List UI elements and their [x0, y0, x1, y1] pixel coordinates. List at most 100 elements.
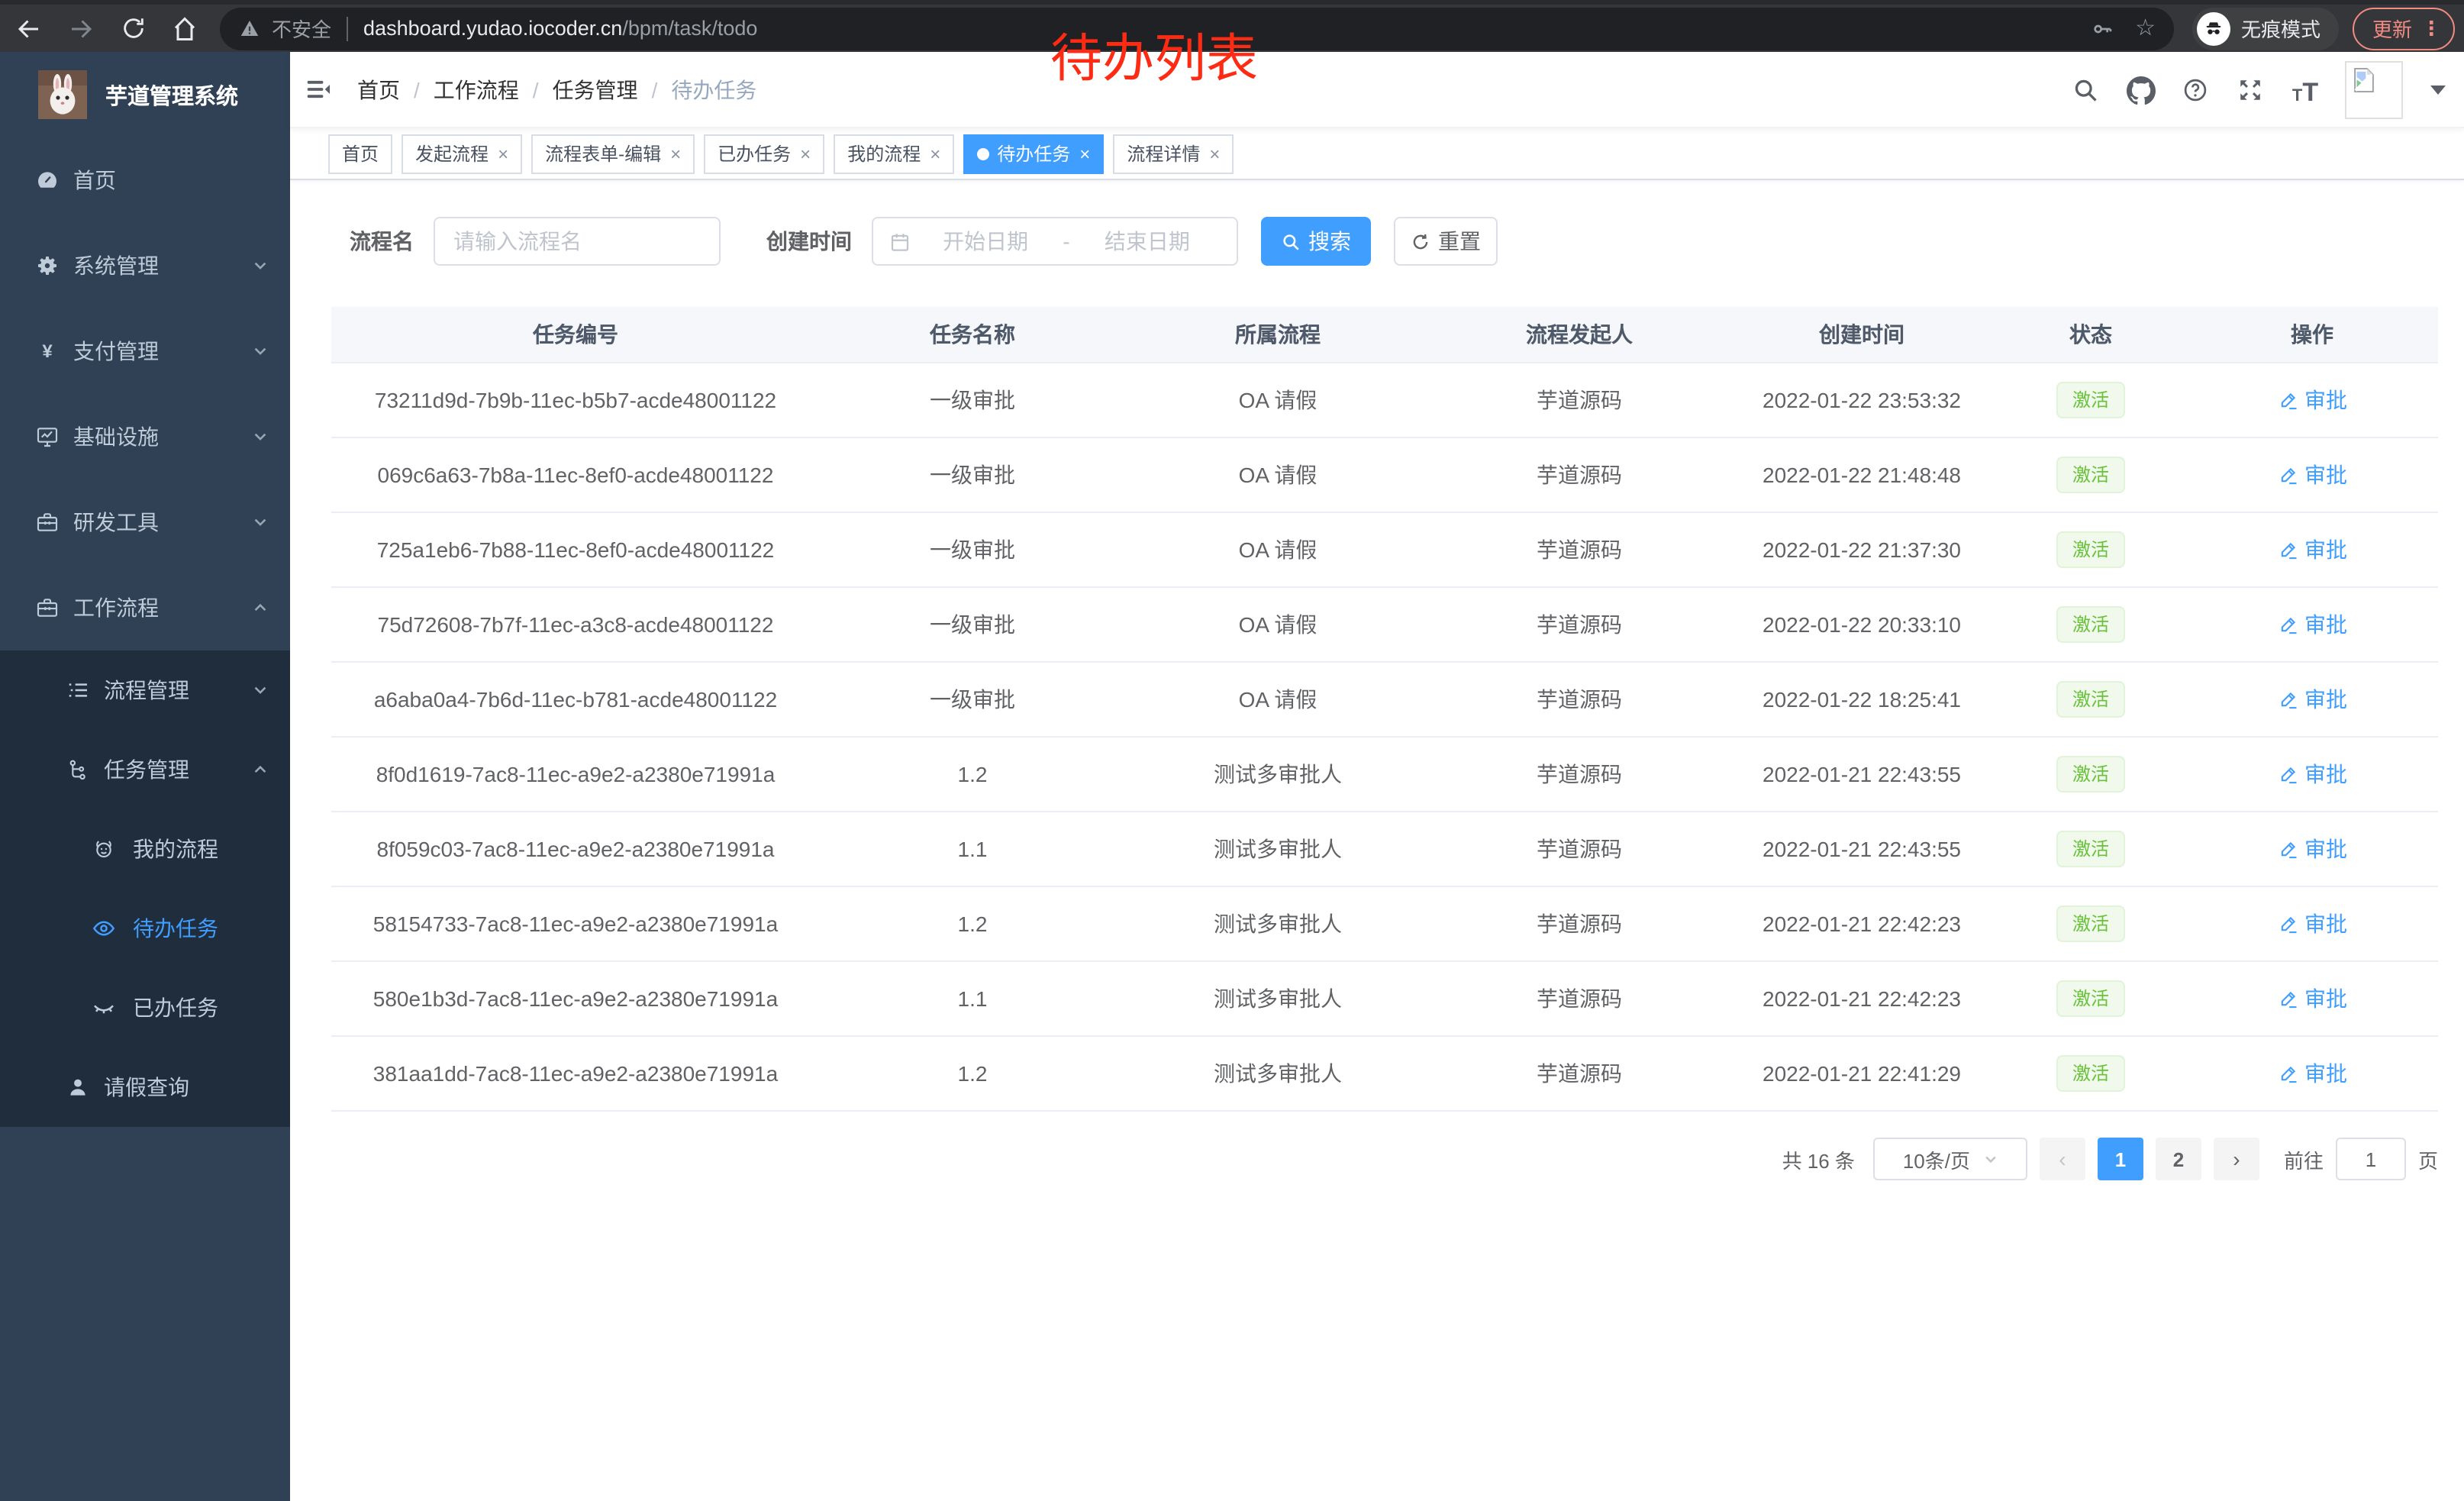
browser-home-icon[interactable]: [169, 13, 200, 44]
help-icon[interactable]: [2180, 75, 2211, 105]
tab-首页[interactable]: 首页: [328, 134, 392, 173]
close-icon[interactable]: ×: [669, 144, 681, 163]
approve-action-link[interactable]: 审批: [2277, 684, 2347, 715]
approve-action-link[interactable]: 审批: [2277, 609, 2347, 640]
start-date-placeholder[interactable]: 开始日期: [911, 226, 1059, 257]
page-size-select[interactable]: 10条/页: [1873, 1138, 2027, 1180]
close-icon[interactable]: ×: [1208, 144, 1220, 163]
sidebar-item-label: 我的流程: [133, 834, 218, 864]
page-button-1[interactable]: 1: [2098, 1138, 2143, 1180]
approve-action-link[interactable]: 审批: [2277, 909, 2347, 939]
goto-label: 前往: [2284, 1144, 2324, 1173]
task-name: 1.2: [820, 1061, 1125, 1086]
hamburger-icon[interactable]: [290, 51, 345, 128]
tab-待办任务[interactable]: 待办任务×: [963, 134, 1104, 173]
create-time: 2022-01-22 18:25:41: [1728, 687, 1995, 712]
divider: [347, 16, 348, 40]
process-starter: 芋道源码: [1430, 534, 1728, 565]
breadcrumb-item[interactable]: 首页: [357, 74, 400, 105]
font-size-icon[interactable]: TT: [2290, 75, 2320, 105]
process-starter: 芋道源码: [1430, 609, 1728, 640]
edit-icon: [2277, 389, 2298, 411]
close-icon[interactable]: ×: [798, 144, 811, 163]
app-logo-row[interactable]: 芋道管理系统: [0, 52, 290, 137]
approve-action-link[interactable]: 审批: [2277, 385, 2347, 415]
url-host[interactable]: dashboard.yudao.iocoder.cn: [363, 17, 622, 40]
header-search-icon[interactable]: [2070, 75, 2101, 105]
url-path[interactable]: /bpm/task/todo: [622, 17, 757, 40]
sidebar-item-工作流程[interactable]: 工作流程: [0, 565, 290, 650]
fullscreen-icon[interactable]: [2235, 75, 2266, 105]
process-name-input[interactable]: 请输入流程名: [434, 217, 721, 266]
tab-已办任务[interactable]: 已办任务×: [704, 134, 824, 173]
sidebar-item-label: 工作流程: [73, 592, 159, 623]
close-icon[interactable]: ×: [928, 144, 940, 163]
bookmark-star-icon[interactable]: ☆: [2135, 17, 2156, 40]
edit-icon: [2277, 1063, 2298, 1084]
browser-update-button[interactable]: 更新 ⋮: [2353, 7, 2455, 50]
browser-forward-icon[interactable]: [66, 13, 96, 44]
yen-icon: ¥: [35, 339, 60, 363]
not-secure-warning-icon[interactable]: [238, 17, 261, 40]
sidebar-item-支付管理[interactable]: ¥支付管理: [0, 308, 290, 394]
process-starter: 芋道源码: [1430, 1058, 1728, 1089]
browser-reload-icon[interactable]: [118, 13, 148, 44]
not-secure-label[interactable]: 不安全: [272, 14, 331, 43]
tab-发起流程[interactable]: 发起流程×: [402, 134, 522, 173]
table-row: 8f059c03-7ac8-11ec-a9e2-a2380e71991a1.1测…: [331, 811, 2438, 886]
sidebar-item-首页[interactable]: 首页: [0, 137, 290, 223]
approve-action-link[interactable]: 审批: [2277, 834, 2347, 864]
breadcrumb-separator: /: [414, 77, 420, 102]
next-page-button[interactable]: ›: [2214, 1138, 2259, 1180]
sidebar-item-label: 待办任务: [133, 913, 218, 944]
end-date-placeholder[interactable]: 结束日期: [1073, 226, 1221, 257]
sidebar-item-label: 任务管理: [104, 754, 189, 785]
approve-action-link[interactable]: 审批: [2277, 983, 2347, 1014]
flow-icon: [66, 757, 90, 782]
edit-icon: [2277, 838, 2298, 860]
task-name: 一级审批: [820, 385, 1125, 415]
prev-page-button[interactable]: ‹: [2040, 1138, 2085, 1180]
approve-action-link[interactable]: 审批: [2277, 534, 2347, 565]
tab-流程详情[interactable]: 流程详情×: [1113, 134, 1234, 173]
search-icon: [1281, 231, 1301, 251]
password-key-icon[interactable]: [2089, 16, 2114, 40]
search-button[interactable]: 搜索: [1261, 217, 1371, 266]
task-id: 58154733-7ac8-11ec-a9e2-a2380e71991a: [331, 912, 820, 936]
sidebar-item-任务管理[interactable]: 任务管理: [0, 730, 290, 809]
approve-action-link[interactable]: 审批: [2277, 460, 2347, 490]
browser-menu-icon[interactable]: ⋮: [2421, 19, 2441, 37]
tab-流程表单-编辑[interactable]: 流程表单-编辑×: [531, 134, 695, 173]
breadcrumb: 首页/工作流程/任务管理/待办任务: [357, 74, 756, 105]
breadcrumb-item[interactable]: 工作流程: [434, 74, 519, 105]
close-icon[interactable]: ×: [1078, 144, 1090, 163]
page-button-2[interactable]: 2: [2156, 1138, 2201, 1180]
sidebar-menu: 首页系统管理¥支付管理基础设施研发工具工作流程: [0, 137, 290, 650]
sidebar-item-流程管理[interactable]: 流程管理: [0, 650, 290, 730]
sidebar-item-研发工具[interactable]: 研发工具: [0, 479, 290, 565]
avatar-caret-icon[interactable]: [2430, 86, 2446, 95]
tab-我的流程[interactable]: 我的流程×: [834, 134, 954, 173]
create-time: 2022-01-22 21:37:30: [1728, 537, 1995, 562]
column-header-任务名称: 任务名称: [820, 319, 1125, 350]
sidebar-item-待办任务[interactable]: 待办任务: [0, 889, 290, 968]
date-range-input[interactable]: 开始日期 - 结束日期: [872, 217, 1238, 266]
sidebar-item-基础设施[interactable]: 基础设施: [0, 394, 290, 479]
close-icon[interactable]: ×: [496, 144, 508, 163]
avatar[interactable]: [2345, 61, 2403, 119]
breadcrumb-item[interactable]: 任务管理: [553, 74, 638, 105]
approve-action-link[interactable]: 审批: [2277, 759, 2347, 789]
browser-back-icon[interactable]: [14, 13, 44, 44]
sidebar-item-已办任务[interactable]: 已办任务: [0, 968, 290, 1047]
approve-action-link[interactable]: 审批: [2277, 1058, 2347, 1089]
dashboard-icon: [35, 168, 60, 192]
sidebar-item-请假查询[interactable]: 请假查询: [0, 1047, 290, 1127]
sidebar-item-我的流程[interactable]: 我的流程: [0, 809, 290, 889]
create-time: 2022-01-22 20:33:10: [1728, 612, 1995, 637]
top-navbar: 首页/工作流程/任务管理/待办任务 TT: [290, 52, 2464, 128]
approve-label: 审批: [2304, 983, 2347, 1014]
github-icon[interactable]: [2125, 75, 2156, 105]
reset-button[interactable]: 重置: [1394, 217, 1498, 266]
sidebar-item-系统管理[interactable]: 系统管理: [0, 223, 290, 308]
goto-page-input[interactable]: 1: [2336, 1138, 2406, 1180]
